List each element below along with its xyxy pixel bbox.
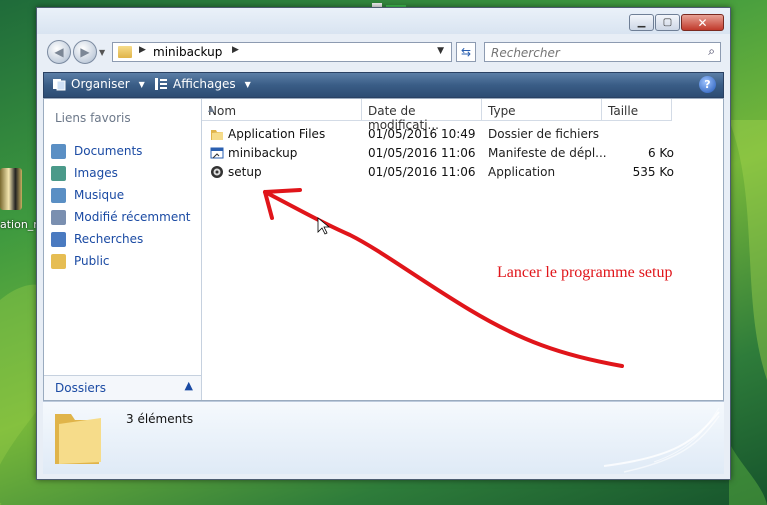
close-button[interactable]: ✕ bbox=[681, 14, 724, 31]
setup-app-icon bbox=[210, 165, 224, 179]
folders-toggle[interactable]: Dossiers ▲ bbox=[44, 375, 201, 400]
column-header-type[interactable]: Type bbox=[482, 99, 602, 121]
forward-button[interactable]: ▶ bbox=[73, 40, 97, 64]
back-button[interactable]: ◀ bbox=[47, 40, 71, 64]
maximize-icon: ▢ bbox=[662, 16, 673, 28]
explorer-window: ▁ ▢ ✕ ◀ ▶ ▼ ▶ minibackup ▶ ▼ ⇆ ⌕ Organis… bbox=[36, 7, 731, 480]
maximize-button[interactable]: ▢ bbox=[655, 14, 680, 31]
file-size: 6 Ko bbox=[647, 146, 674, 160]
breadcrumb-separator-icon[interactable]: ▶ bbox=[139, 45, 146, 55]
file-row[interactable]: minibackup 01/05/2016 11:06 Manifeste de d… bbox=[202, 144, 723, 163]
file-type: Application bbox=[488, 165, 556, 179]
file-date: 01/05/2016 10:49 bbox=[368, 127, 476, 141]
breadcrumb-separator-icon[interactable]: ▶ bbox=[232, 45, 239, 55]
title-bar[interactable]: ▁ ▢ ✕ bbox=[37, 8, 730, 34]
file-name: setup bbox=[228, 165, 262, 179]
details-pane: 3 éléments bbox=[43, 401, 724, 474]
folder-icon bbox=[55, 414, 101, 464]
desktop-shortcut[interactable]: ation_m bbox=[0, 168, 45, 238]
file-name: minibackup bbox=[228, 146, 298, 160]
nav-item-documents[interactable]: Documents bbox=[51, 142, 142, 160]
recent-icon bbox=[51, 209, 66, 225]
documents-icon bbox=[51, 143, 66, 159]
file-date: 01/05/2016 11:06 bbox=[368, 146, 476, 160]
address-row: ◀ ▶ ▼ ▶ minibackup ▶ ▼ ⇆ ⌕ bbox=[37, 38, 730, 68]
nav-item-label: Modifié récemment bbox=[74, 210, 191, 224]
nav-item-modifi-r-cemment[interactable]: Modifié récemment bbox=[51, 208, 191, 226]
file-list: Nom ▲ Date de modificati... Type Taille … bbox=[202, 99, 723, 400]
close-icon: ✕ bbox=[697, 15, 708, 30]
help-button[interactable]: ? bbox=[699, 76, 716, 93]
nav-item-label: Images bbox=[74, 166, 118, 180]
views-icon bbox=[155, 78, 167, 90]
minimize-button[interactable]: ▁ bbox=[629, 14, 654, 31]
nav-item-musique[interactable]: Musique bbox=[51, 186, 124, 204]
nav-item-recherches[interactable]: Recherches bbox=[51, 230, 143, 248]
folder-icon bbox=[210, 127, 224, 141]
images-icon bbox=[51, 165, 66, 181]
file-date: 01/05/2016 11:06 bbox=[368, 165, 476, 179]
public-folder-icon bbox=[51, 253, 66, 269]
search-folder-icon bbox=[51, 231, 66, 247]
installer-icon bbox=[0, 168, 22, 210]
sort-ascending-icon: ▲ bbox=[208, 104, 215, 113]
chevron-up-icon: ▲ bbox=[184, 379, 193, 392]
views-label: Affichages bbox=[173, 77, 236, 91]
file-size: 535 Ko bbox=[632, 165, 674, 179]
file-row[interactable]: Application Files 01/05/2016 10:49 Dossier… bbox=[202, 125, 723, 144]
search-icon[interactable]: ⌕ bbox=[708, 44, 715, 59]
navigation-pane: Liens favoris Documents Images Musique Modi… bbox=[44, 99, 202, 400]
manifest-icon bbox=[210, 146, 224, 160]
arrow-right-icon: ▶ bbox=[80, 45, 90, 59]
file-type: Dossier de fichiers bbox=[488, 127, 600, 141]
search-box: ⌕ bbox=[484, 42, 721, 62]
views-button[interactable]: Affichages ▼ bbox=[154, 77, 251, 91]
address-dropdown-icon[interactable]: ▼ bbox=[437, 46, 444, 56]
nav-item-label: Public bbox=[74, 254, 110, 268]
annotation-text: Lancer le programme setup bbox=[497, 264, 673, 281]
address-bar[interactable]: ▶ minibackup ▶ ▼ bbox=[112, 42, 452, 62]
nav-item-images[interactable]: Images bbox=[51, 164, 118, 182]
column-type-label: Type bbox=[488, 104, 516, 118]
command-bar: Organiser ▼ Affichages ▼ ? bbox=[43, 72, 724, 98]
refresh-button[interactable]: ⇆ bbox=[456, 42, 476, 62]
caption-buttons: ▁ ▢ ✕ bbox=[629, 14, 724, 31]
folders-label: Dossiers bbox=[55, 381, 106, 395]
column-header-size[interactable]: Taille bbox=[602, 99, 672, 121]
breadcrumb-minibackup[interactable]: minibackup bbox=[153, 45, 222, 59]
organize-button[interactable]: Organiser ▼ bbox=[52, 77, 145, 91]
file-name: Application Files bbox=[228, 127, 326, 141]
arrow-left-icon: ◀ bbox=[54, 45, 64, 59]
file-row[interactable]: setup 01/05/2016 11:06 Application 535 Ko bbox=[202, 163, 723, 182]
nav-item-label: Musique bbox=[74, 188, 125, 202]
file-type: Manifeste de dépl... bbox=[488, 146, 607, 160]
nav-item-public[interactable]: Public bbox=[51, 252, 110, 270]
nav-item-label: Recherches bbox=[74, 232, 144, 246]
music-icon bbox=[51, 187, 66, 203]
details-decoration bbox=[603, 407, 720, 473]
organize-label: Organiser bbox=[71, 77, 130, 91]
column-header-date[interactable]: Date de modificati... bbox=[362, 99, 482, 132]
favorites-heading: Liens favoris bbox=[55, 111, 131, 125]
refresh-icon: ⇆ bbox=[460, 45, 472, 59]
nav-item-label: Documents bbox=[74, 144, 143, 158]
column-header-name[interactable]: Nom ▲ bbox=[202, 99, 362, 121]
folder-icon bbox=[118, 46, 132, 58]
recent-pages-dropdown[interactable]: ▼ bbox=[99, 48, 105, 57]
minimize-icon: ▁ bbox=[637, 16, 646, 28]
column-size-label: Taille bbox=[608, 104, 639, 118]
item-count: 3 éléments bbox=[126, 412, 194, 426]
chevron-down-icon: ▼ bbox=[138, 79, 145, 89]
help-icon: ? bbox=[704, 78, 711, 91]
content-area: Liens favoris Documents Images Musique Modi… bbox=[43, 98, 724, 401]
organize-icon bbox=[53, 79, 66, 91]
desktop-shortcut-label: ation_m bbox=[0, 218, 45, 231]
search-input[interactable] bbox=[489, 44, 693, 62]
chevron-down-icon: ▼ bbox=[244, 79, 251, 89]
